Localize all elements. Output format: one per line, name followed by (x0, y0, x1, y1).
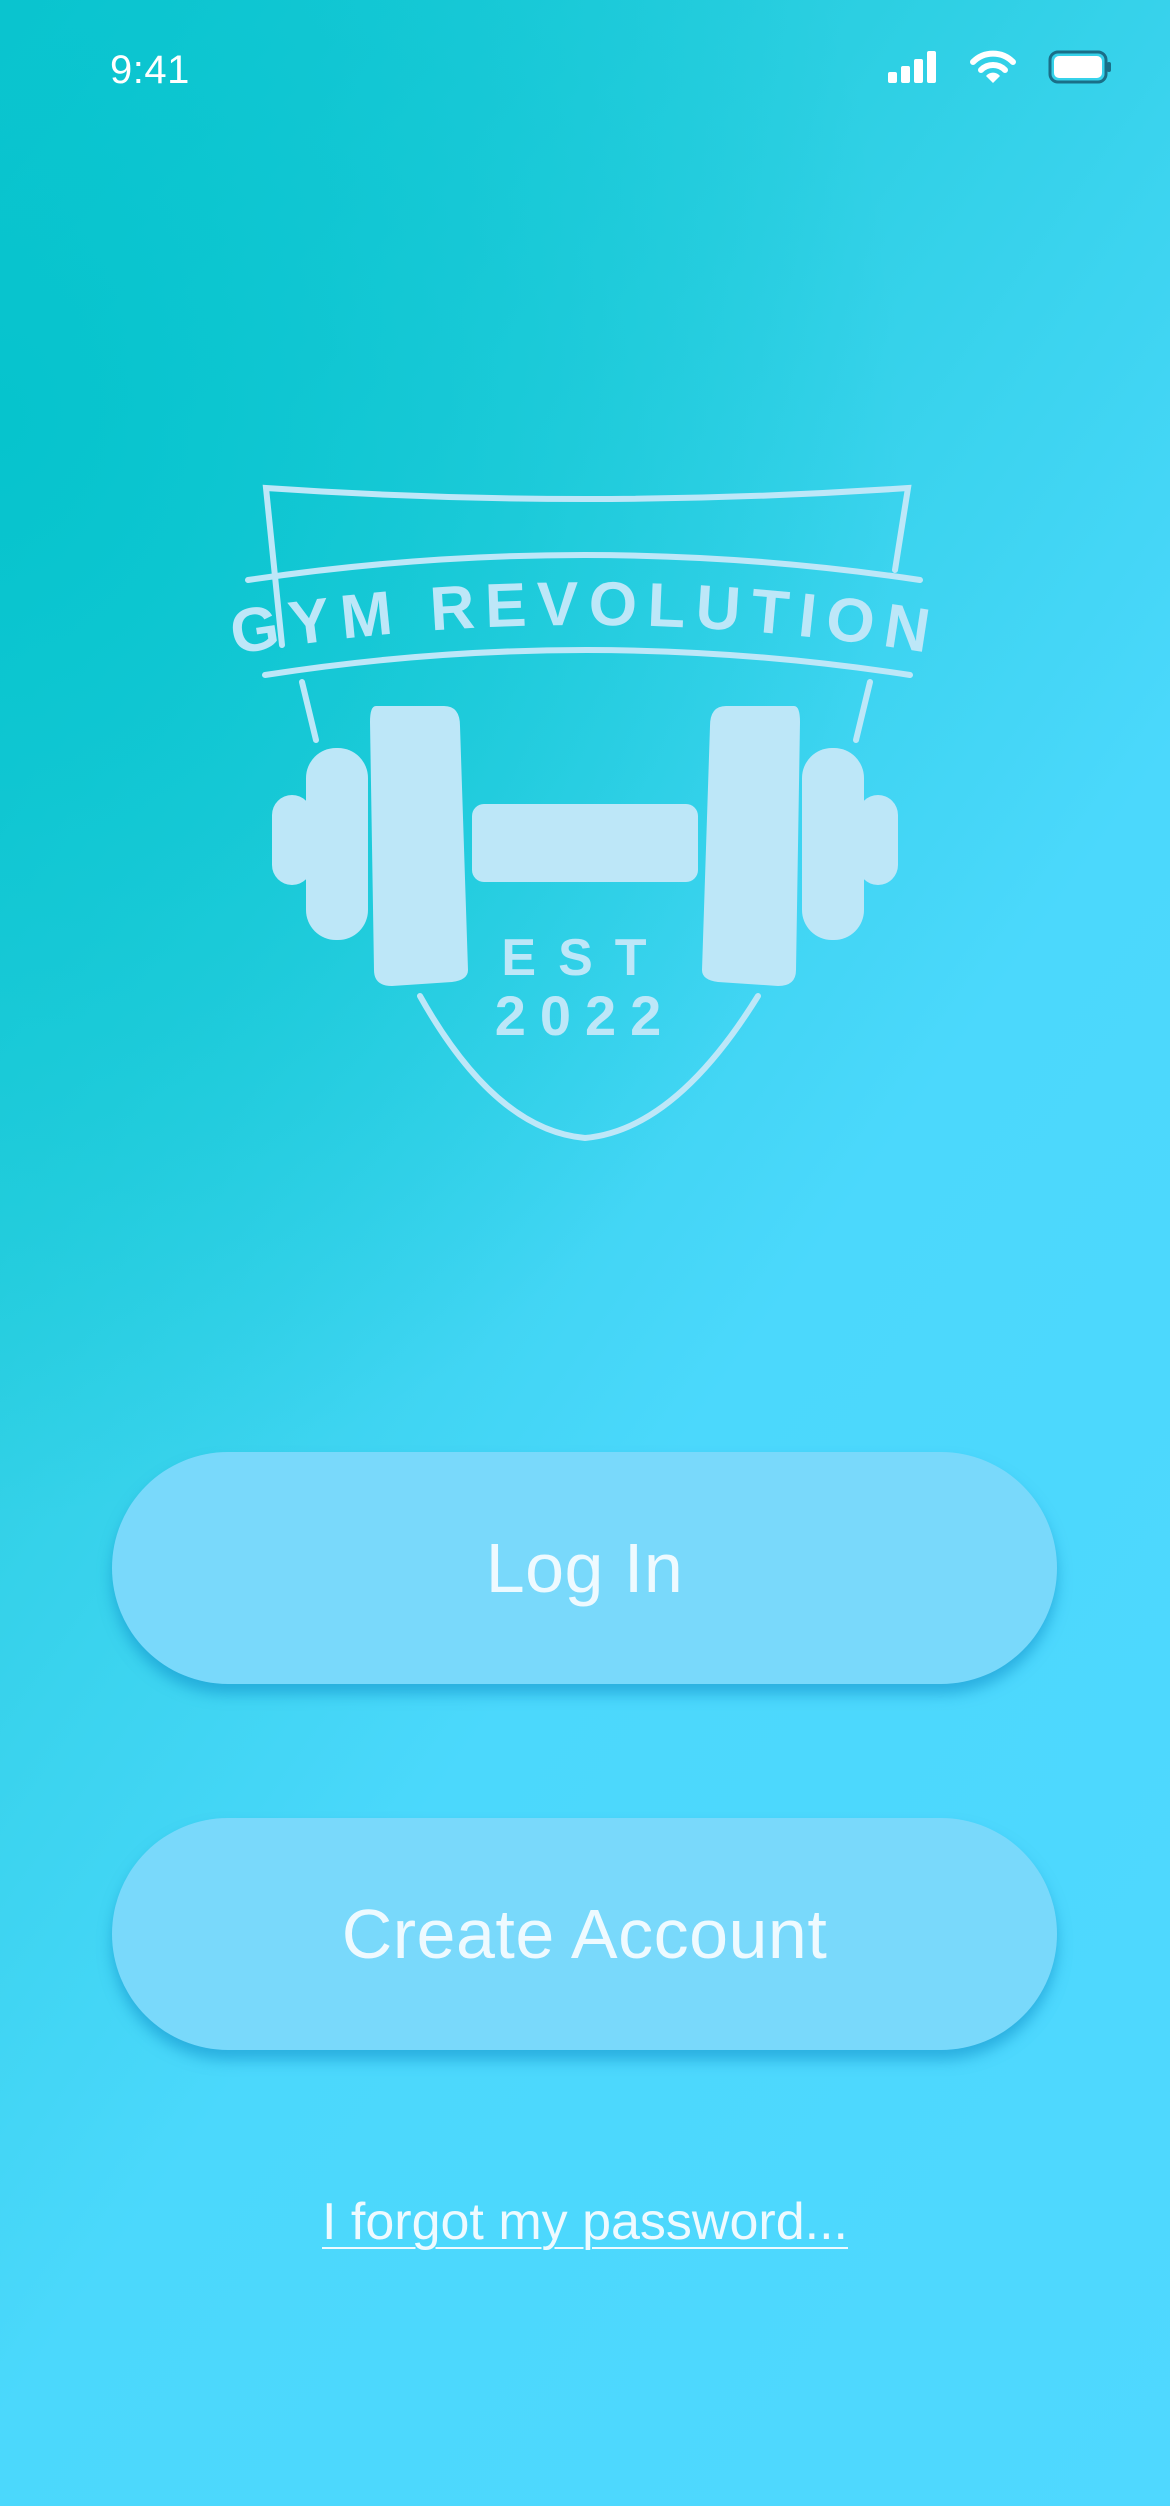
login-button-label: Log In (485, 1529, 684, 1607)
cellular-signal-icon (888, 51, 938, 88)
status-time: 9:41 (110, 48, 190, 92)
welcome-screen: 9:41 GYM REVOLUTION EST 2022 Log In Crea… (0, 0, 1170, 2506)
gym-revolution-logo: GYM REVOLUTION EST 2022 (226, 470, 940, 1150)
forgot-password-link[interactable]: I forgot my password... (0, 2192, 1170, 2252)
login-button[interactable]: Log In (112, 1452, 1057, 1684)
create-account-button-label: Create Account (341, 1895, 828, 1973)
create-account-button[interactable]: Create Account (112, 1818, 1057, 2050)
status-bar: 9:41 (0, 0, 1170, 140)
svg-text:GYM REVOLUTION: GYM REVOLUTION (230, 570, 940, 668)
wifi-icon (970, 50, 1016, 89)
logo-est: EST (501, 929, 668, 987)
status-icons (888, 50, 1112, 89)
battery-icon (1048, 50, 1112, 89)
logo-year: 2022 (495, 984, 676, 1047)
logo-title: GYM REVOLUTION (226, 570, 934, 668)
